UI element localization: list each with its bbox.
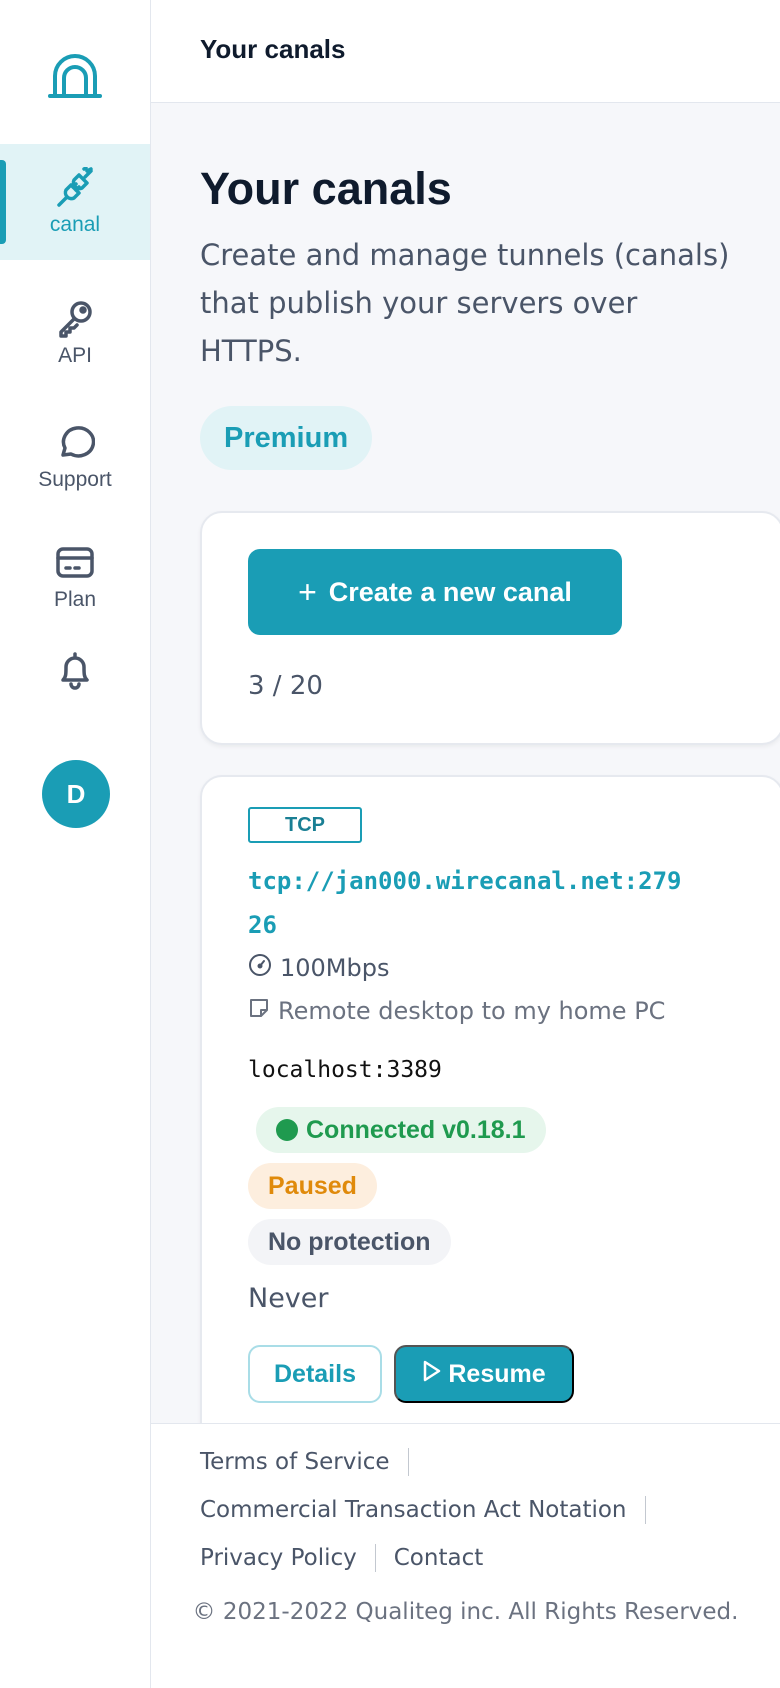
resume-button[interactable]: Resume bbox=[394, 1345, 574, 1403]
sidebar-item-label: API bbox=[58, 344, 92, 367]
canal-type-badge: TCP bbox=[248, 807, 362, 843]
bell-icon bbox=[57, 650, 93, 696]
sidebar-item-canal[interactable]: canal bbox=[0, 144, 150, 260]
key-icon bbox=[55, 298, 95, 344]
plus-icon: + bbox=[298, 573, 317, 610]
last-access: Never bbox=[248, 1283, 329, 1314]
details-button[interactable]: Details bbox=[248, 1345, 382, 1403]
footer: Terms of Service Commercial Transaction … bbox=[151, 1423, 780, 1688]
footer-divider bbox=[644, 1496, 646, 1524]
canal-speed: 100Mbps bbox=[248, 953, 390, 983]
create-canal-card: + Create a new canal 3 / 20 bbox=[200, 511, 780, 745]
canal-card: TCP tcp://jan000.wirecanal.net:27926 100… bbox=[200, 775, 780, 1423]
avatar[interactable]: D bbox=[42, 760, 110, 828]
speedometer-icon bbox=[248, 953, 280, 983]
tunnel-arch-icon[interactable] bbox=[47, 52, 103, 100]
paused-badge: Paused bbox=[248, 1163, 377, 1209]
notifications-button[interactable] bbox=[0, 648, 150, 698]
sidebar-item-label: Plan bbox=[53, 588, 97, 611]
sidebar-item-plan[interactable]: Plan bbox=[0, 530, 150, 624]
create-canal-label: Create a new canal bbox=[328, 576, 572, 607]
top-bar: Your canals bbox=[151, 0, 780, 103]
canal-speed-value: 100Mbps bbox=[280, 954, 390, 982]
page-title: Your canals bbox=[200, 163, 452, 214]
resume-label: Resume bbox=[448, 1359, 546, 1388]
create-canal-button[interactable]: + Create a new canal bbox=[248, 549, 622, 635]
canal-memo: Remote desktop to my home PC bbox=[248, 997, 665, 1025]
connection-status-text: Connected v0.18.1 bbox=[306, 1115, 526, 1144]
play-icon bbox=[422, 1360, 448, 1389]
footer-divider bbox=[374, 1544, 376, 1572]
note-icon bbox=[248, 997, 278, 1025]
main-content: Your canals Create and manage tunnels (c… bbox=[151, 103, 780, 1423]
canal-url[interactable]: tcp://jan000.wirecanal.net:27926 bbox=[248, 859, 688, 947]
local-address: localhost:3389 bbox=[248, 1057, 442, 1083]
credit-card-icon bbox=[55, 542, 95, 588]
sidebar-item-label: Support bbox=[38, 468, 112, 491]
chat-bubble-icon bbox=[55, 422, 95, 468]
privacy-link[interactable]: Privacy Policy bbox=[200, 1545, 357, 1571]
page-description: Create and manage tunnels (canals) that … bbox=[200, 238, 730, 368]
plan-badge: Premium bbox=[200, 406, 373, 470]
status-dot-icon bbox=[276, 1119, 298, 1141]
sidebar-item-support[interactable]: Support bbox=[0, 410, 150, 504]
footer-divider bbox=[407, 1448, 409, 1476]
protection-badge: No protection bbox=[248, 1219, 451, 1265]
terms-link[interactable]: Terms of Service bbox=[200, 1449, 390, 1475]
commercial-act-link[interactable]: Commercial Transaction Act Notation bbox=[200, 1497, 627, 1523]
sidebar-item-label: canal bbox=[49, 213, 101, 236]
canal-memo-text: Remote desktop to my home PC bbox=[278, 997, 666, 1025]
copyright: © 2021-2022 Qualiteg inc. All Rights Res… bbox=[192, 1599, 739, 1625]
topbar-title: Your canals bbox=[200, 34, 346, 64]
sidebar: canal API Support Plan D bbox=[0, 0, 151, 1688]
canal-quota: 3 / 20 bbox=[248, 671, 323, 701]
plug-icon bbox=[55, 167, 95, 213]
contact-link[interactable]: Contact bbox=[394, 1545, 483, 1571]
connection-status-badge: Connected v0.18.1 bbox=[256, 1107, 546, 1153]
sidebar-item-api[interactable]: API bbox=[0, 286, 150, 380]
